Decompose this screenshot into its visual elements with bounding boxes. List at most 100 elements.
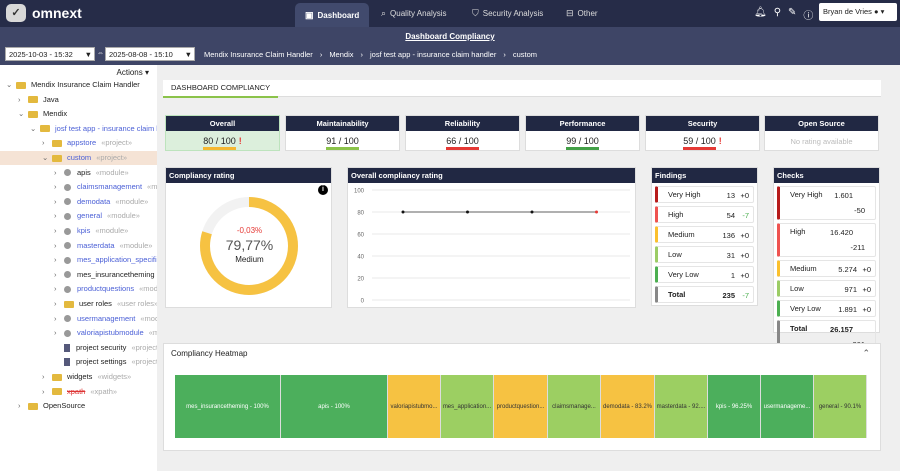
heatmap-cell[interactable]: productquestion...	[494, 375, 548, 438]
tree-item[interactable]: › general «module»	[0, 209, 157, 223]
overall-compliancy-chart-panel: Overall compliancy rating 0 20 40 60 80 100	[347, 167, 636, 308]
score-card-open-source[interactable]: Open Source No rating available	[764, 115, 879, 151]
tab-other[interactable]: ⊟ Other	[556, 0, 608, 27]
tree-item[interactable]: › kpis «module»	[0, 224, 157, 238]
checks-row: Very High 1.601 -50	[777, 186, 876, 220]
row-delta: -7	[742, 291, 749, 300]
chevron-right-icon[interactable]: ›	[54, 282, 64, 296]
chevron-right-icon[interactable]: ›	[54, 166, 64, 180]
chevron-right-icon[interactable]: ›	[54, 180, 64, 194]
tree-item[interactable]: › masterdata «module»	[0, 239, 157, 253]
score-card-title: Security	[646, 116, 759, 131]
tree-item[interactable]: › mes_application_specific	[0, 253, 157, 267]
tree-item[interactable]: › productquestions «module»	[0, 282, 157, 296]
tree-item[interactable]: › usermanagement «module»	[0, 312, 157, 326]
chevron-right-icon[interactable]: ›	[54, 209, 64, 223]
score-card-reliability[interactable]: Reliability 66 / 100	[405, 115, 520, 151]
heatmap-cell[interactable]: kpis - 96.25%	[708, 375, 761, 438]
chevron-right-icon[interactable]: ›	[54, 195, 64, 209]
folder-icon	[40, 125, 50, 133]
tree-item[interactable]: › xpath «xpath»	[0, 385, 157, 399]
chevron-right-icon[interactable]: ›	[18, 399, 28, 413]
tree-item[interactable]: › claimsmanagement «module»	[0, 180, 157, 194]
chevron-right-icon[interactable]: ›	[54, 239, 64, 253]
chevron-down-icon[interactable]: ⌄	[42, 151, 52, 165]
score-card-maintainability[interactable]: Maintainability 91 / 100	[285, 115, 400, 151]
tab-dashboard[interactable]: ▣ Dashboard	[295, 3, 370, 27]
heatmap-cell[interactable]: apis - 100%	[281, 375, 388, 438]
chevron-right-icon[interactable]: ›	[18, 93, 28, 107]
heatmap-cell[interactable]: valoriapistubmo...	[388, 375, 441, 438]
chevron-right-icon[interactable]: ›	[54, 224, 64, 238]
tree-item[interactable]: ⌄ Mendix Insurance Claim Handler	[0, 78, 157, 92]
chevron-down-icon[interactable]: ⌄	[18, 107, 28, 121]
chevron-right-icon[interactable]: ›	[54, 253, 64, 267]
heatmap-cell-label: usermanageme...	[763, 403, 811, 410]
date-to-select[interactable]: 2025-08-08 - 15:10 ▼	[105, 47, 195, 61]
avatar: ●	[874, 7, 879, 16]
search-icon[interactable]: ⚲	[774, 7, 781, 22]
tab-quality-analysis[interactable]: ⌕ Quality Analysis	[371, 0, 457, 27]
chevron-right-icon[interactable]: ›	[54, 312, 64, 326]
heatmap-cell[interactable]: claimsmanage...	[548, 375, 601, 438]
row-value: 1.891	[838, 305, 857, 314]
score-card-performance[interactable]: Performance 99 / 100	[525, 115, 640, 151]
tree-item[interactable]: › appstore «project»	[0, 136, 157, 150]
tree-item[interactable]: project settings «project»	[0, 355, 157, 369]
tree-item-label: user roles	[79, 299, 112, 308]
heatmap-cell-label: kpis - 96.25%	[715, 403, 753, 410]
collapse-chevron-icon[interactable]: ⌃	[862, 348, 870, 359]
tab-dashboard-compliancy[interactable]: DASHBOARD COMPLIANCY	[163, 80, 881, 98]
tree-item[interactable]: › Java	[0, 93, 157, 107]
swap-icon[interactable]: ⇔	[97, 50, 104, 57]
chevron-right-icon[interactable]: ›	[54, 326, 64, 340]
tree-item[interactable]: › demodata «module»	[0, 195, 157, 209]
chevron-right-icon[interactable]: ›	[54, 297, 64, 311]
date-from-select[interactable]: 2025-10-03 - 15:32 ▼	[5, 47, 95, 61]
breadcrumb-item[interactable]: josf test app - insurance claim handler	[370, 50, 496, 59]
bell-icon[interactable]: 🔔︎	[754, 7, 767, 22]
actions-menu[interactable]: Actions ▾	[117, 68, 149, 77]
tree-item-label: productquestions	[77, 284, 135, 294]
tree-item[interactable]: › OpenSource	[0, 399, 157, 413]
tab-security-analysis[interactable]: ⛉ Security Analysis	[462, 0, 553, 27]
chevron-right-icon[interactable]: ›	[54, 268, 64, 282]
tree-item[interactable]: › user roles «user roles»	[0, 297, 157, 311]
heatmap-cell[interactable]: mes_application...	[441, 375, 494, 438]
info-icon[interactable]: ⓘ	[803, 7, 813, 22]
tree-item[interactable]: › apis «module»	[0, 166, 157, 180]
chevron-down-icon[interactable]: ⌄	[6, 78, 16, 92]
tree-item[interactable]: › widgets «widgets»	[0, 370, 157, 384]
tree-item[interactable]: › valoriapistubmodule «module»	[0, 326, 157, 340]
compliancy-value: 79,77%	[225, 237, 274, 253]
tree-item-stereotype: «project»	[101, 138, 133, 148]
heatmap-cell[interactable]: masterdata - 92....	[655, 375, 708, 438]
tree-item[interactable]: ⌄ Mendix	[0, 107, 157, 121]
breadcrumb-item[interactable]: Mendix	[329, 50, 353, 59]
y-tick-label: 40	[357, 255, 364, 261]
chevron-right-icon[interactable]: ›	[42, 136, 52, 150]
tree-item[interactable]: ⌄ josf test app - insurance claim handler	[0, 122, 157, 136]
warning-marker-icon: !	[718, 136, 722, 146]
heatmap-cell[interactable]: general - 90.1%	[814, 375, 867, 438]
tree-item[interactable]: › mes_insurancetheming	[0, 268, 157, 282]
breadcrumb-item[interactable]: Mendix Insurance Claim Handler	[204, 50, 313, 59]
info-icon[interactable]: i	[318, 185, 328, 195]
heatmap-cell[interactable]: usermanageme...	[761, 375, 814, 438]
score-card-value: 80 / 100!	[166, 131, 279, 150]
tree-item-label: general	[77, 211, 103, 221]
tree-item-stereotype: «project»	[131, 357, 157, 367]
chevron-right-icon[interactable]: ›	[42, 370, 52, 384]
tree-item[interactable]: project security «project»	[0, 341, 157, 355]
heatmap-cell[interactable]: demodata - 83.2%	[601, 375, 655, 438]
chevron-down-icon[interactable]: ⌄	[30, 122, 40, 136]
tree-item-label: project security	[76, 342, 127, 352]
pencil-icon[interactable]: ✎	[788, 7, 796, 22]
tree-item[interactable]: ⌄ custom «project»	[0, 151, 157, 165]
heatmap-cell[interactable]: mes_insurancetheming - 100%	[175, 375, 281, 438]
chevron-right-icon[interactable]: ›	[42, 385, 52, 399]
breadcrumb-item[interactable]: custom	[513, 50, 537, 59]
score-card-security[interactable]: Security 59 / 100!	[645, 115, 760, 151]
score-card-overall[interactable]: Overall 80 / 100!	[165, 115, 280, 151]
user-menu[interactable]: Bryan de Vries ● ▾	[819, 3, 897, 21]
